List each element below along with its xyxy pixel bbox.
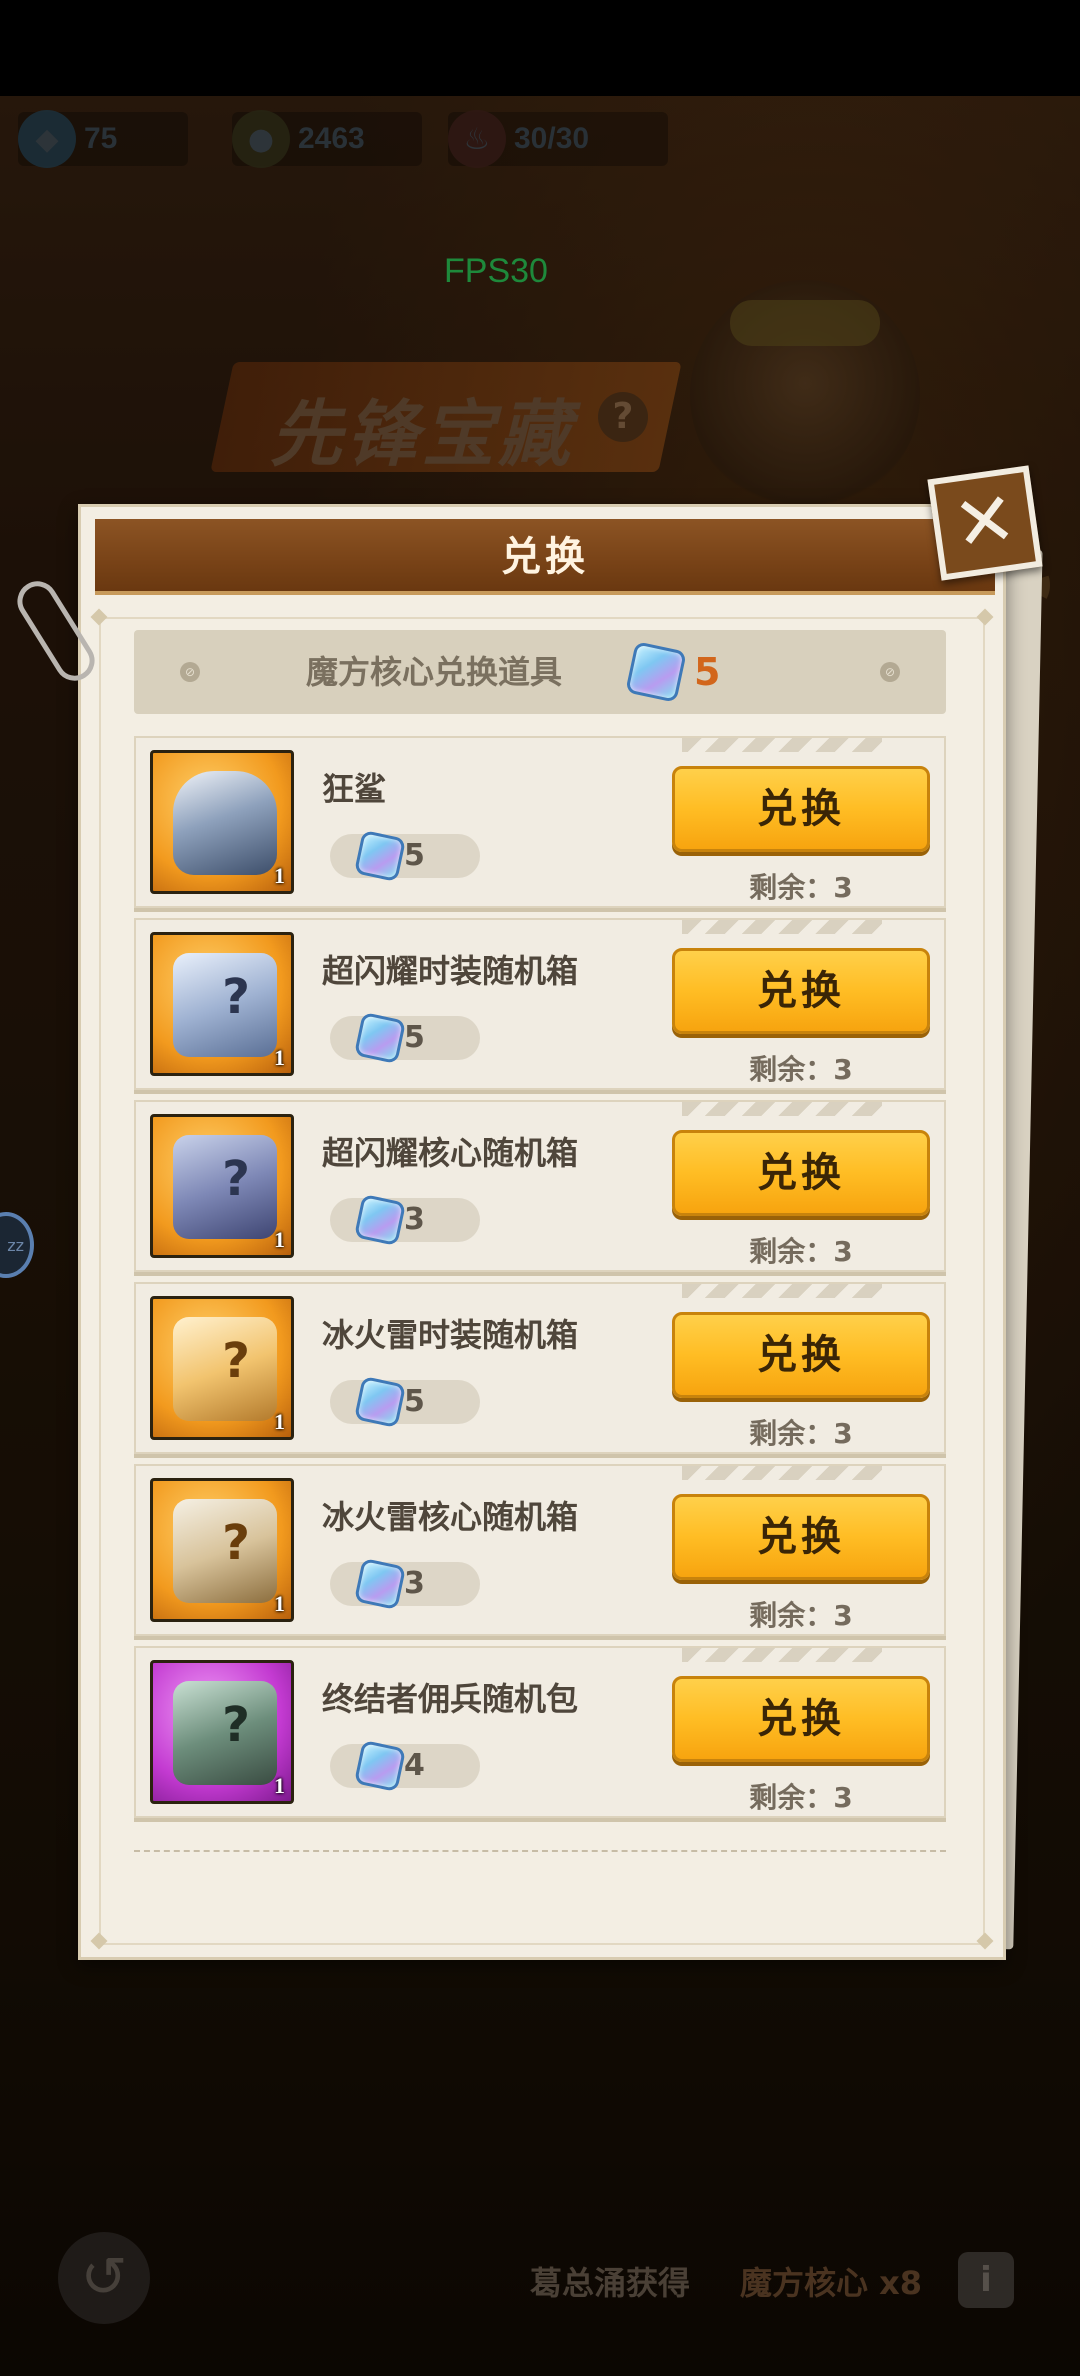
cost-pill: 5 — [330, 834, 480, 878]
mercenary-pack-icon[interactable]: ? 1 — [150, 1660, 294, 1804]
item-name: 冰火雷核心随机箱 — [322, 1498, 579, 1536]
footer-value: 魔方核心 x8 — [740, 2264, 923, 2302]
row-stripe — [682, 1466, 882, 1480]
cube-icon — [353, 1011, 407, 1065]
remaining-count: 剩余：3 — [749, 871, 853, 904]
row-stripe — [682, 1648, 882, 1662]
cube-icon — [353, 1375, 407, 1429]
corner-ornament — [90, 1932, 108, 1950]
exchange-subheader: ⊘ 魔方核心兑换道具 5 ⊘ — [134, 630, 946, 714]
footer-label: 葛总涌获得 — [530, 2264, 691, 2302]
exchange-button-label: 兑换 — [757, 1332, 845, 1378]
list-end-divider — [134, 1850, 946, 1852]
item-quantity: 1 — [274, 1773, 285, 1798]
cube-icon — [625, 641, 687, 703]
row-stripe — [682, 1102, 882, 1116]
remaining-count: 剩余：3 — [749, 1781, 853, 1814]
close-button[interactable]: ✕ — [927, 465, 1043, 581]
cube-icon — [353, 829, 407, 883]
exchange-button[interactable]: 兑换 — [672, 1130, 930, 1216]
exchange-item-row: ? 1 终结者佣兵随机包 4 兑换 剩余：3 — [134, 1646, 946, 1818]
modal-header: 兑换 — [95, 519, 995, 595]
item-quantity: 1 — [274, 863, 285, 888]
item-quantity: 1 — [274, 1045, 285, 1070]
item-cost: 5 — [404, 838, 425, 873]
exchange-item-row: 1 狂鲨 5 兑换 剩余：3 — [134, 736, 946, 908]
item-name: 超闪耀时装随机箱 — [322, 952, 579, 990]
row-stripe — [682, 920, 882, 934]
cube-icon — [353, 1739, 407, 1793]
mystery-mark: ? — [222, 1333, 250, 1389]
close-icon: ✕ — [948, 475, 1022, 569]
corner-ornament — [90, 608, 108, 626]
mystery-mark: ? — [222, 1515, 250, 1571]
info-icon[interactable]: i — [958, 2252, 1014, 2308]
corner-ornament — [976, 1932, 994, 1950]
row-stripe — [682, 738, 882, 752]
exchange-button-label: 兑换 — [757, 786, 845, 832]
item-quantity: 1 — [274, 1591, 285, 1616]
remaining-count: 剩余：3 — [749, 1235, 853, 1268]
mystery-mark: ? — [222, 969, 250, 1025]
cost-pill: 3 — [330, 1562, 480, 1606]
remaining-count: 剩余：3 — [749, 1053, 853, 1086]
item-cost: 5 — [404, 1020, 425, 1055]
status-bar — [0, 0, 1080, 96]
elemental-gift-icon[interactable]: ? 1 — [150, 1296, 294, 1440]
exchange-button[interactable]: 兑换 — [672, 1676, 930, 1762]
exchange-item-row: ? 1 冰火雷核心随机箱 3 兑换 剩余：3 — [134, 1464, 946, 1636]
mech-shark-icon[interactable]: 1 — [150, 750, 294, 894]
item-name: 狂鲨 — [322, 770, 387, 808]
item-name: 终结者佣兵随机包 — [322, 1680, 579, 1718]
exchange-button-label: 兑换 — [757, 968, 845, 1014]
corner-ornament — [976, 608, 994, 626]
mystery-mark: ? — [222, 1151, 250, 1207]
exchange-button[interactable]: 兑换 — [672, 766, 930, 852]
cube-balance: 5 — [694, 650, 721, 694]
exchange-button-label: 兑换 — [757, 1150, 845, 1196]
cost-pill: 5 — [330, 1016, 480, 1060]
chest-icon[interactable]: ? 1 — [150, 1114, 294, 1258]
exchange-button[interactable]: 兑换 — [672, 948, 930, 1034]
back-button[interactable]: ↺ — [58, 2232, 150, 2324]
cost-pill: 5 — [330, 1380, 480, 1424]
item-quantity: 1 — [274, 1227, 285, 1252]
exchange-item-row: ? 1 超闪耀核心随机箱 3 兑换 剩余：3 — [134, 1100, 946, 1272]
item-name: 超闪耀核心随机箱 — [322, 1134, 579, 1172]
remaining-count: 剩余：3 — [749, 1417, 853, 1450]
cube-icon — [353, 1557, 407, 1611]
gift-box-icon[interactable]: ? 1 — [150, 932, 294, 1076]
item-art — [173, 771, 277, 875]
exchange-item-row: ? 1 超闪耀时装随机箱 5 兑换 剩余：3 — [134, 918, 946, 1090]
item-cost: 3 — [404, 1202, 425, 1237]
item-cost: 3 — [404, 1566, 425, 1601]
item-cost: 4 — [404, 1748, 425, 1783]
subheader-label: 魔方核心兑换道具 — [306, 653, 563, 691]
modal-title: 兑换 — [501, 534, 589, 580]
subheader-bullet-icon: ⊘ — [180, 662, 200, 682]
mystery-mark: ? — [222, 1697, 250, 1753]
subheader-bullet-icon: ⊘ — [880, 662, 900, 682]
item-cost: 5 — [404, 1384, 425, 1419]
item-name: 冰火雷时装随机箱 — [322, 1316, 579, 1354]
exchange-button-label: 兑换 — [757, 1696, 845, 1742]
cost-pill: 3 — [330, 1198, 480, 1242]
exchange-button[interactable]: 兑换 — [672, 1494, 930, 1580]
cube-icon — [353, 1193, 407, 1247]
exchange-item-row: ? 1 冰火雷时装随机箱 5 兑换 剩余：3 — [134, 1282, 946, 1454]
row-stripe — [682, 1284, 882, 1298]
cost-pill: 4 — [330, 1744, 480, 1788]
item-quantity: 1 — [274, 1409, 285, 1434]
remaining-count: 剩余：3 — [749, 1599, 853, 1632]
elemental-chest-icon[interactable]: ? 1 — [150, 1478, 294, 1622]
exchange-button-label: 兑换 — [757, 1514, 845, 1560]
exchange-button[interactable]: 兑换 — [672, 1312, 930, 1398]
